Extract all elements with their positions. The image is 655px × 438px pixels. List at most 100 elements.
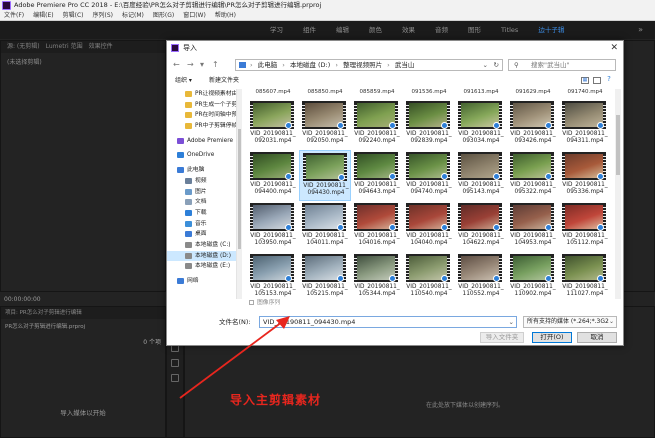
file-item[interactable]: VID_20190811_ 094643.mp4 bbox=[351, 150, 403, 201]
nav-item[interactable]: 文档 bbox=[167, 197, 236, 208]
new-folder-button[interactable]: 新建文件夹 bbox=[209, 75, 239, 87]
file-item[interactable]: VID_20190811_ 103950.mp4 bbox=[247, 201, 299, 252]
nav-item[interactable]: 此电脑 bbox=[167, 165, 236, 176]
partial-file-name[interactable]: 085607.mp4 bbox=[247, 89, 299, 95]
cancel-button[interactable]: 取消 bbox=[577, 332, 617, 343]
nav-item[interactable]: 桌面 bbox=[167, 229, 236, 240]
workspace-tab[interactable]: 音频 bbox=[435, 21, 448, 39]
view-mode-icon[interactable]: ▦ bbox=[581, 77, 589, 84]
partial-file-name[interactable]: 091536.mp4 bbox=[403, 89, 455, 95]
workspace-tab[interactable]: 图形 bbox=[468, 21, 481, 39]
nav-item[interactable]: 图片 bbox=[167, 187, 236, 198]
razor-tool-icon[interactable] bbox=[171, 359, 179, 367]
up-arrow-icon[interactable]: ↑ bbox=[212, 60, 219, 70]
breadcrumb-folder[interactable]: 整理视频照片 bbox=[343, 61, 382, 69]
back-arrow-icon[interactable]: ← bbox=[173, 60, 180, 70]
checkbox-box[interactable] bbox=[249, 300, 254, 305]
close-icon[interactable]: ✕ bbox=[610, 41, 618, 55]
nav-item[interactable]: PR让视频素材由 bbox=[167, 89, 236, 100]
nav-scrollbar[interactable] bbox=[237, 89, 242, 299]
preview-pane-icon[interactable] bbox=[593, 77, 601, 84]
file-item[interactable]: VID_20190811_ 110552.mp4 bbox=[455, 252, 507, 303]
file-item[interactable]: VID_20190811_ 094400.mp4 bbox=[247, 150, 299, 201]
file-item[interactable]: VID_20190811_ 105153.mp4 bbox=[247, 252, 299, 303]
file-item[interactable]: VID_20190811_ 092240.mp4 bbox=[351, 99, 403, 150]
file-item[interactable]: VID_20190811_ 104040.mp4 bbox=[403, 201, 455, 252]
file-item[interactable]: VID_20190811_ 105112.mp4 bbox=[559, 201, 611, 252]
workspace-tab[interactable]: 颜色 bbox=[369, 21, 382, 39]
nav-item[interactable]: 本地磁盘 (E:) bbox=[167, 261, 236, 272]
partial-file-name[interactable]: 091613.mp4 bbox=[455, 89, 507, 95]
file-item[interactable]: VID_20190811_ 105215.mp4 bbox=[299, 252, 351, 303]
file-item[interactable]: VID_20190811_ 111027.mp4 bbox=[559, 252, 611, 303]
breadcrumb-current[interactable]: 武当山 bbox=[395, 61, 415, 69]
nav-item[interactable]: 下载 bbox=[167, 208, 236, 219]
nav-item[interactable]: PR生成一个子剪 bbox=[167, 100, 236, 111]
workspace-tab[interactable]: 编辑 bbox=[336, 21, 349, 39]
recent-locations-icon[interactable]: ▾ bbox=[200, 60, 204, 70]
file-item[interactable]: VID_20190811_ 104953.mp4 bbox=[507, 201, 559, 252]
file-item[interactable]: VID_20190811_ 093426.mp4 bbox=[507, 99, 559, 150]
file-item[interactable]: VID_20190811_ 104011.mp4 bbox=[299, 201, 351, 252]
menu-item[interactable]: 序列(S) bbox=[93, 11, 114, 21]
organize-button[interactable]: 组织 ▾ bbox=[175, 75, 192, 87]
partial-file-name[interactable]: 085859.mp4 bbox=[351, 89, 403, 95]
nav-item[interactable]: 网络 bbox=[167, 276, 236, 287]
menu-item[interactable]: 编辑(E) bbox=[33, 11, 53, 21]
nav-item[interactable]: OneDrive bbox=[167, 150, 236, 161]
partial-file-name[interactable]: 091740.mp4 bbox=[559, 89, 611, 95]
chevron-down-icon[interactable]: ⌄ bbox=[483, 60, 488, 70]
menu-item[interactable]: 帮助(H) bbox=[215, 11, 236, 21]
menu-item[interactable]: 文件(F) bbox=[4, 11, 24, 21]
workspace-tab[interactable]: 边十子辑 bbox=[538, 21, 564, 39]
slip-tool-icon[interactable] bbox=[171, 374, 179, 382]
file-item[interactable]: VID_20190811_ 092839.mp4 bbox=[403, 99, 455, 150]
partial-file-name[interactable]: 091629.mp4 bbox=[507, 89, 559, 95]
image-sequence-checkbox[interactable]: 图像序列 bbox=[249, 297, 280, 306]
nav-item[interactable]: PR中子剪辑停帧 bbox=[167, 121, 236, 132]
workspace-tab[interactable]: 学习 bbox=[270, 21, 283, 39]
address-bar[interactable]: › 此电脑 › 本地磁盘 (D:) › 整理视频照片 › 武当山 ⌄ ↻ bbox=[235, 59, 503, 71]
menu-item[interactable]: 剪辑(C) bbox=[63, 11, 84, 21]
nav-item[interactable]: 本地磁盘 (D:) bbox=[167, 250, 236, 262]
breadcrumb-drive-d[interactable]: 本地磁盘 (D:) bbox=[290, 61, 330, 69]
menu-item[interactable]: 窗口(W) bbox=[183, 11, 206, 21]
chevron-down-icon[interactable]: ⌄ bbox=[608, 317, 614, 327]
forward-arrow-icon[interactable]: → bbox=[187, 60, 194, 70]
file-grid-scrollbar[interactable] bbox=[615, 89, 621, 299]
filename-input[interactable]: VID_20190811_094430.mp4 ⌄ bbox=[259, 316, 517, 328]
breadcrumb-this-pc[interactable]: 此电脑 bbox=[258, 61, 278, 69]
file-item[interactable]: VID_20190811_ 092031.mp4 bbox=[247, 99, 299, 150]
file-item[interactable]: VID_20190811_ 095336.mp4 bbox=[559, 150, 611, 201]
file-type-select[interactable]: 所有支持的媒体 (*.264;*.3G2;* ⌄ bbox=[523, 316, 617, 328]
nav-item[interactable]: 视频 bbox=[167, 176, 236, 187]
menu-item[interactable]: 图形(G) bbox=[153, 11, 174, 21]
file-item[interactable]: VID_20190811_ 104016.mp4 bbox=[351, 201, 403, 252]
nav-item[interactable]: Adobe Premiere bbox=[167, 136, 236, 147]
workspace-tab[interactable]: 效果 bbox=[402, 21, 415, 39]
workspace-overflow-icon[interactable]: » bbox=[638, 25, 643, 34]
refresh-icon[interactable]: ↻ bbox=[494, 60, 499, 70]
file-item[interactable]: VID_20190811_ 110540.mp4 bbox=[403, 252, 455, 303]
file-item[interactable]: VID_20190811_ 104622.mp4 bbox=[455, 201, 507, 252]
help-icon[interactable]: ? bbox=[605, 76, 613, 84]
nav-item[interactable]: PR在时间轴中预 bbox=[167, 110, 236, 121]
import-folder-button[interactable]: 导入文件夹 bbox=[480, 332, 524, 343]
nav-item[interactable]: 本地磁盘 (C:) bbox=[167, 240, 236, 251]
partial-file-name[interactable]: 085850.mp4 bbox=[299, 89, 351, 95]
file-item[interactable]: VID_20190811_ 095143.mp4 bbox=[455, 150, 507, 201]
file-item[interactable]: VID_20190811_ 110902.mp4 bbox=[507, 252, 559, 303]
menu-item[interactable]: 标记(M) bbox=[122, 11, 144, 21]
nav-item[interactable]: 音乐 bbox=[167, 219, 236, 230]
file-item[interactable]: VID_20190811_ 105344.mp4 bbox=[351, 252, 403, 303]
file-item[interactable]: VID_20190811_ 095322.mp4 bbox=[507, 150, 559, 201]
source-tab[interactable]: Lumetri 范围 bbox=[46, 41, 83, 53]
file-item[interactable]: VID_20190811_ 094311.mp4 bbox=[559, 99, 611, 150]
workspace-tab[interactable]: 组件 bbox=[303, 21, 316, 39]
search-input[interactable]: ⚲ 搜索"武当山" bbox=[508, 59, 616, 71]
file-item[interactable]: VID_20190811_ 092050.mp4 bbox=[299, 99, 351, 150]
file-item[interactable]: VID_20190811_ 094740.mp4 bbox=[403, 150, 455, 201]
project-tab[interactable]: 项目: PR怎么对子剪辑进行编辑 bbox=[1, 307, 165, 319]
source-tab[interactable]: 源: (无剪辑) bbox=[7, 41, 40, 53]
chevron-down-icon[interactable]: ⌄ bbox=[509, 317, 514, 327]
